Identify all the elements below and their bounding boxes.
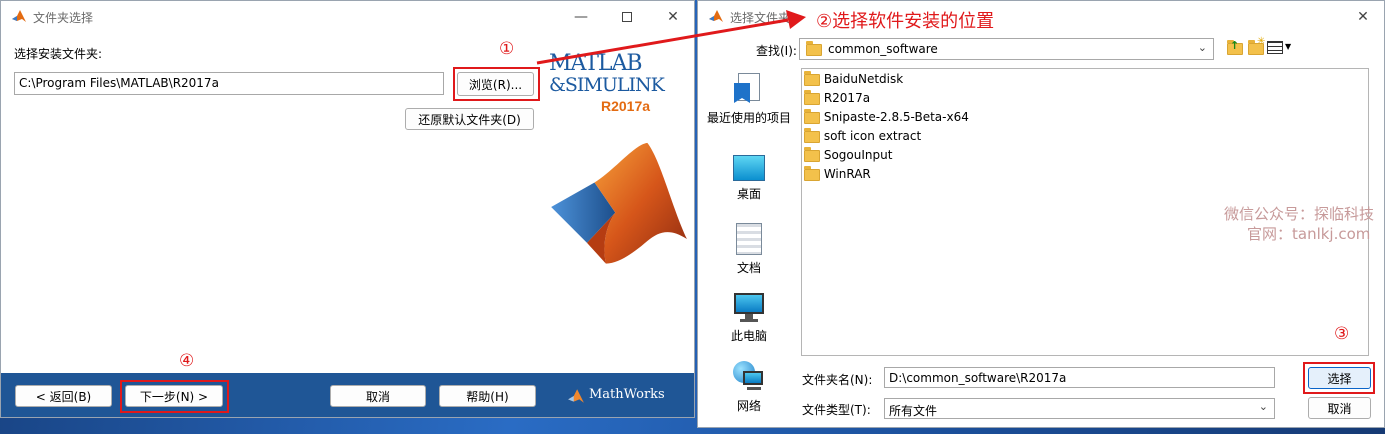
chevron-down-icon: ⌄ [1258, 400, 1268, 413]
annotation-step4: ④ [179, 351, 195, 371]
place-label: 此电脑 [730, 329, 767, 343]
up-folder-icon[interactable]: ↑ [1226, 39, 1244, 56]
place-label: 桌面 [736, 187, 761, 201]
place-documents[interactable]: 文档 [706, 223, 792, 276]
annotation-step2: ②选择软件安装的位置 [816, 11, 995, 32]
recent-items-icon [734, 73, 764, 105]
watermark-line1: 微信公众号：探临科技 [1224, 205, 1375, 223]
cancel-button[interactable]: 取消 [330, 385, 426, 407]
folder-icon [804, 70, 820, 86]
mathworks-label: MathWorks [589, 387, 665, 402]
mathworks-logo-icon [568, 389, 584, 403]
place-label: 网络 [736, 399, 761, 413]
restore-default-button[interactable]: 还原默认文件夹(D) [405, 108, 534, 130]
select-folder-dialog: 选择文件夹 ✕ 查找(I): common_software ⌄ ↑ ✳ ▼ 最… [697, 0, 1385, 428]
folder-icon [806, 40, 822, 56]
membrane-logo-icon [551, 142, 687, 264]
annotation-step3: ③ [1334, 324, 1350, 344]
place-network[interactable]: 网络 [706, 361, 792, 414]
help-button[interactable]: 帮助(H) [439, 385, 536, 407]
desktop-icon [733, 155, 765, 181]
watermark-line2: 官网：tanlkj.com [1247, 225, 1371, 243]
list-item[interactable]: soft icon extract [804, 127, 921, 147]
brand-line2: &SIMULINK [549, 74, 665, 96]
lookin-value: common_software [828, 42, 938, 56]
lookin-label: 查找(I): [756, 44, 797, 58]
view-menu-icon[interactable]: ▼ [1267, 41, 1293, 55]
close-icon[interactable]: ✕ [1340, 1, 1385, 33]
place-label: 文档 [736, 261, 761, 275]
list-item[interactable]: SogouInput [804, 146, 892, 166]
highlight-browse [453, 67, 540, 101]
folder-icon [804, 127, 820, 143]
list-item[interactable]: BaiduNetdisk [804, 70, 903, 90]
matlab-logo-icon [709, 10, 723, 22]
places-bar: 最近使用的项目 桌面 文档 此电脑 网络 [698, 67, 798, 427]
highlight-next [120, 380, 229, 413]
install-path-field[interactable]: C:\Program Files\MATLAB\R2017a [14, 72, 444, 95]
annotation-step1: ① [499, 39, 515, 59]
chevron-down-icon: ⌄ [1197, 41, 1207, 54]
list-item[interactable]: WinRAR [804, 165, 871, 185]
folder-selection-window: 文件夹选择 — ✕ 选择安装文件夹: C:\Program Files\MATL… [0, 0, 695, 418]
place-computer[interactable]: 此电脑 [706, 293, 792, 344]
place-label: 最近使用的项目 [706, 111, 791, 125]
brand-release: R2017a [601, 98, 651, 114]
place-desktop[interactable]: 桌面 [706, 155, 792, 202]
list-item[interactable]: Snipaste-2.8.5-Beta-x64 [804, 108, 969, 128]
list-item[interactable]: R2017a [804, 89, 870, 109]
computer-icon [734, 293, 764, 323]
place-recent[interactable]: 最近使用的项目 [706, 73, 792, 126]
close-icon[interactable]: ✕ [650, 1, 696, 33]
folder-icon [804, 89, 820, 105]
minimize-icon[interactable]: — [558, 1, 604, 33]
highlight-select [1303, 362, 1375, 394]
documents-icon [736, 223, 762, 255]
new-folder-icon[interactable]: ✳ [1247, 36, 1265, 56]
filetype-value: 所有文件 [889, 404, 938, 418]
back-button[interactable]: < 返回(B) [15, 385, 112, 407]
matlab-brand: MATLAB &SIMULINK R2017a [549, 53, 691, 117]
matlab-logo-icon [12, 10, 26, 22]
title-bar: 文件夹选择 — ✕ [1, 1, 694, 33]
foldername-field[interactable]: D:\common_software\R2017a [884, 367, 1275, 388]
dialog-cancel-button[interactable]: 取消 [1308, 397, 1371, 419]
window-title: 文件夹选择 [33, 11, 94, 25]
folder-icon [804, 108, 820, 124]
folder-icon [804, 146, 820, 162]
dialog-title-bar: 选择文件夹 ✕ [698, 1, 1384, 33]
foldername-label: 文件夹名(N): [802, 373, 873, 387]
install-folder-label: 选择安装文件夹: [14, 47, 103, 61]
network-icon [733, 361, 765, 393]
filetype-dropdown[interactable]: 所有文件 ⌄ [884, 398, 1275, 419]
maximize-icon[interactable] [604, 1, 650, 33]
filetype-label: 文件类型(T): [802, 403, 871, 417]
brand-line1: MATLAB [549, 51, 643, 76]
wizard-footer: < 返回(B) 下一步(N) > 取消 帮助(H) MathWorks [1, 373, 694, 417]
lookin-dropdown[interactable]: common_software ⌄ [799, 38, 1214, 60]
dialog-title: 选择文件夹 [730, 11, 791, 25]
folder-icon [804, 165, 820, 181]
